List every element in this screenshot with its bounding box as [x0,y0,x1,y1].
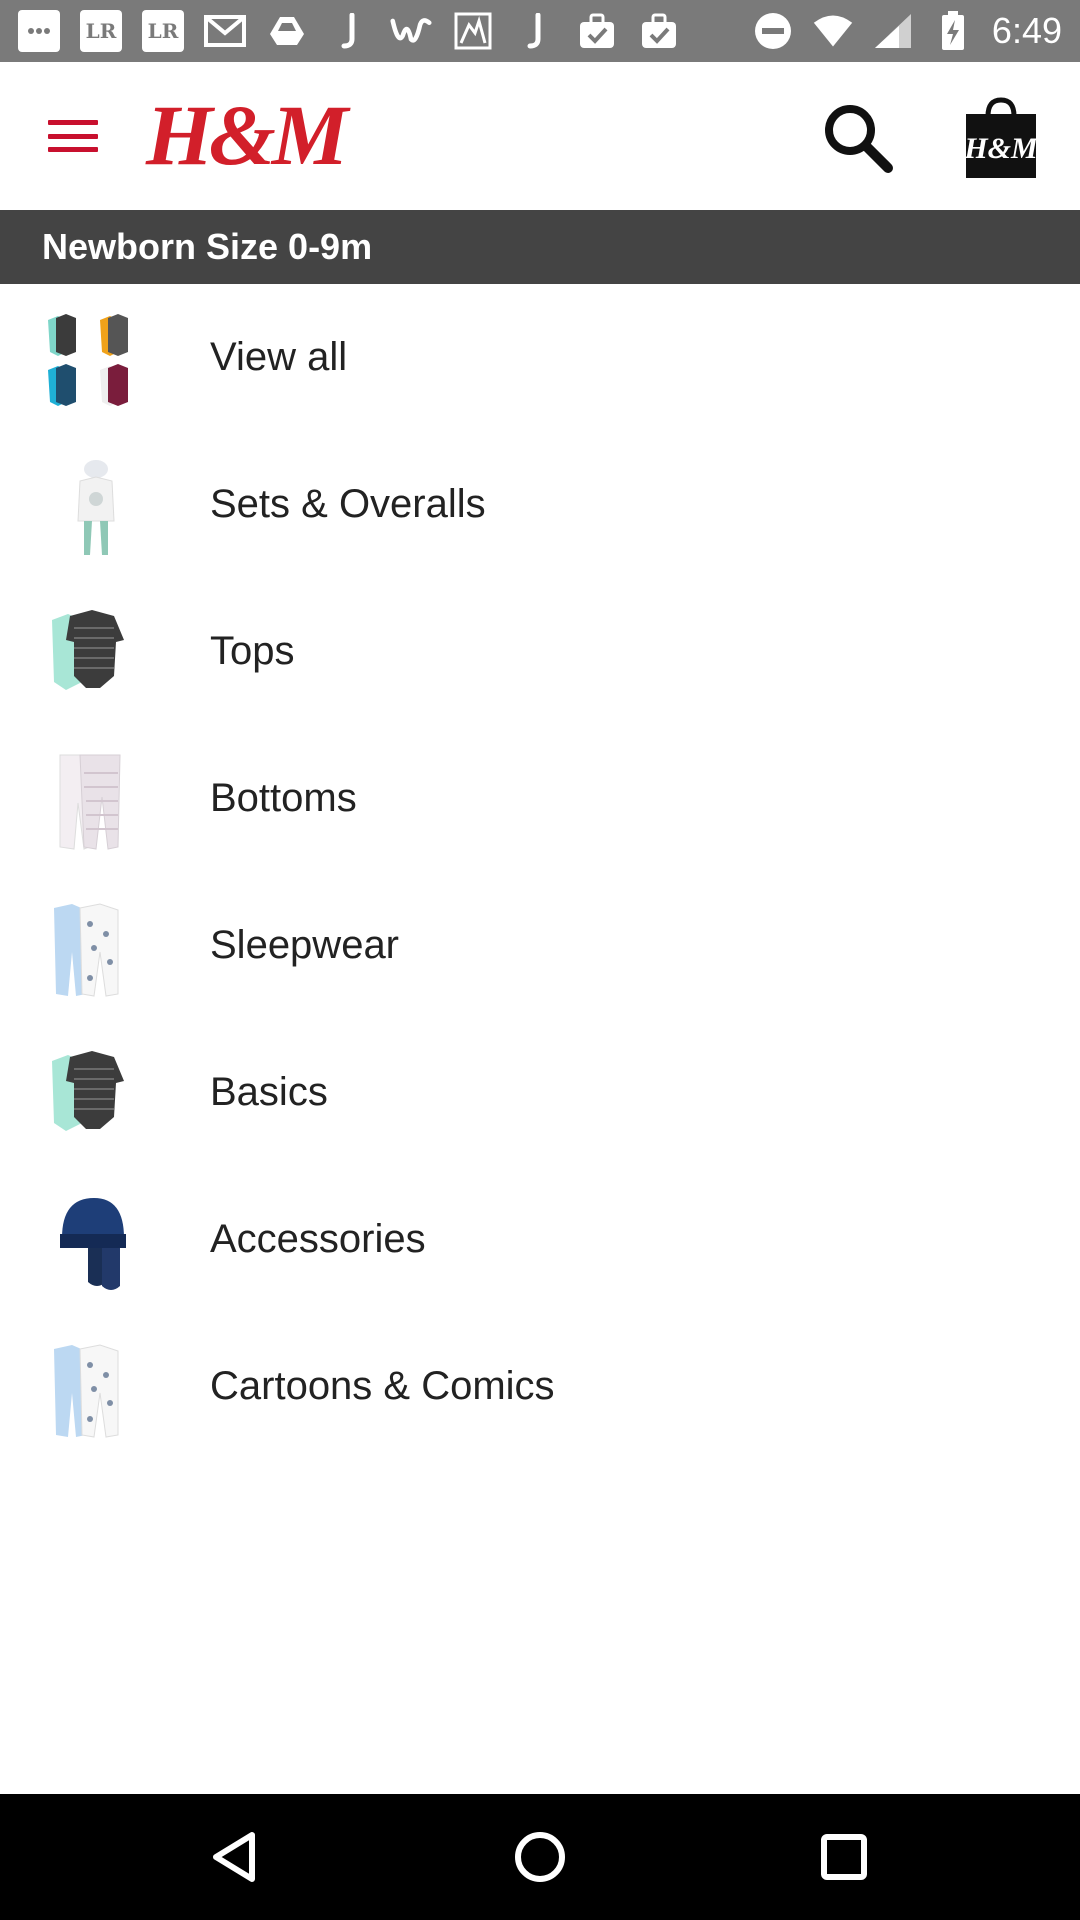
more-icon [18,10,60,52]
system-icons: 6:49 [752,10,1062,52]
shopping-bag-icon: H&M [963,97,1039,178]
app-header: H&M H&M [0,62,1080,210]
list-item-cartoons-comics[interactable]: Cartoons & Comics [0,1313,1080,1460]
hamburger-icon-bar [48,147,98,152]
home-button[interactable] [510,1827,570,1887]
list-item-label: Sets & Overalls [210,482,486,526]
leggings-thumbnail [44,753,148,853]
list-item-label: Cartoons & Comics [210,1364,555,1408]
photo-icon [452,10,494,52]
menu-button[interactable] [40,112,106,160]
dnd-icon [752,10,794,52]
list-item-label: View all [210,335,348,379]
w-icon [390,10,432,52]
set-overall-thumbnail [44,459,148,559]
bag-logo-text: H&M [964,132,1038,165]
drive-icon [266,10,308,52]
recents-button[interactable] [814,1827,874,1887]
bodysuit-grid-thumbnail [44,312,148,412]
lr-icon: LR [142,10,184,52]
striped-bodysuit-thumbnail [44,606,148,706]
signal-icon [872,10,914,52]
gmail-icon [204,10,246,52]
back-button[interactable] [206,1827,266,1887]
hm-logo[interactable]: H&M [146,90,348,180]
category-list: View all Sets & Overalls Tops Bottoms Sl… [0,284,1080,1460]
j-icon [328,10,370,52]
shopping-bag-button[interactable]: H&M [963,96,1039,180]
wifi-icon [812,10,854,52]
list-item-accessories[interactable]: Accessories [0,1166,1080,1313]
notification-icons: LR LR [18,10,680,52]
lr-icon: LR [80,10,122,52]
list-item-label: Tops [210,629,295,673]
bag-check-icon [638,10,680,52]
page-title: Newborn Size 0-9m [42,226,373,267]
list-item-label: Basics [210,1070,328,1114]
category-title-bar: Newborn Size 0-9m [0,210,1080,284]
cartoon-pajamas-thumbnail [44,1341,148,1441]
search-button[interactable] [818,98,898,178]
list-item-sleepwear[interactable]: Sleepwear [0,872,1080,1019]
pajamas-thumbnail [44,900,148,1000]
hamburger-icon-bar [48,133,98,139]
list-item-bottoms[interactable]: Bottoms [0,725,1080,872]
clock: 6:49 [991,10,1062,51]
system-navigation-bar [0,1794,1080,1920]
back-icon [213,1832,255,1882]
status-bar: LR LR 6:49 [0,0,1080,62]
j-icon [514,10,556,52]
recents-icon [821,1834,867,1880]
list-item-view-all[interactable]: View all [0,284,1080,431]
bag-check-icon [576,10,618,52]
hamburger-icon-bar [48,120,98,125]
list-item-label: Accessories [210,1217,426,1261]
list-item-tops[interactable]: Tops [0,578,1080,725]
hat-mittens-thumbnail [44,1194,148,1294]
list-item-sets-overalls[interactable]: Sets & Overalls [0,431,1080,578]
list-item-basics[interactable]: Basics [0,1019,1080,1166]
home-icon [515,1832,565,1882]
battery-charging-icon [932,10,974,52]
list-item-label: Sleepwear [210,923,400,967]
basics-bodysuit-thumbnail [44,1047,148,1147]
search-icon [825,105,893,173]
list-item-label: Bottoms [210,776,357,820]
